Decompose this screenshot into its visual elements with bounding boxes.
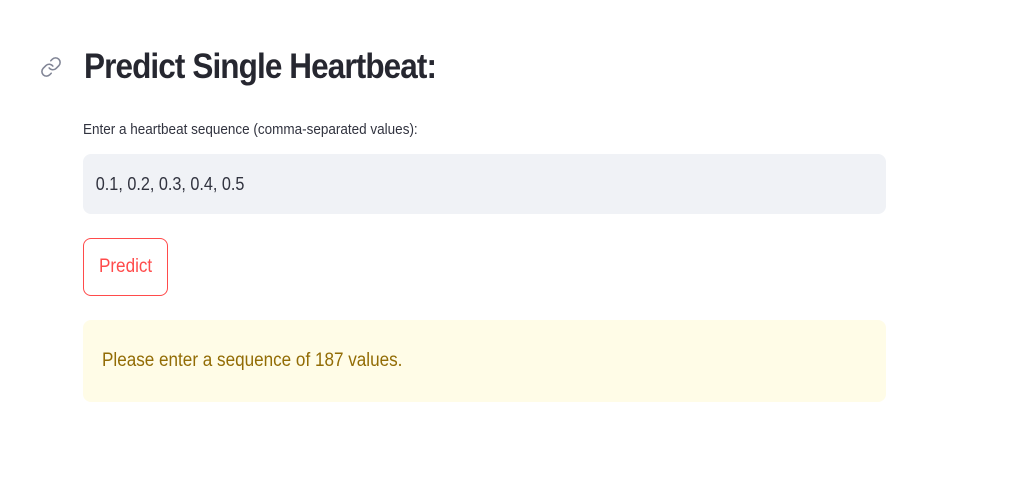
sequence-input-label: Enter a heartbeat sequence (comma-separa… [83, 121, 418, 138]
app-main: Predict Single Heartbeat: Enter a heartb… [0, 0, 1036, 483]
sequence-input[interactable] [94, 172, 797, 196]
predict-button[interactable]: Predict [83, 238, 168, 296]
predict-button-label: Predict [98, 256, 153, 277]
warning-alert-message: Please enter a sequence of 187 values. [102, 350, 403, 371]
warning-alert: Please enter a sequence of 187 values. [83, 320, 886, 402]
heading-row: Predict Single Heartbeat: [38, 40, 475, 94]
page-title: Predict Single Heartbeat: [84, 47, 437, 86]
link-icon[interactable] [38, 54, 64, 80]
sequence-input-container[interactable] [83, 154, 886, 214]
